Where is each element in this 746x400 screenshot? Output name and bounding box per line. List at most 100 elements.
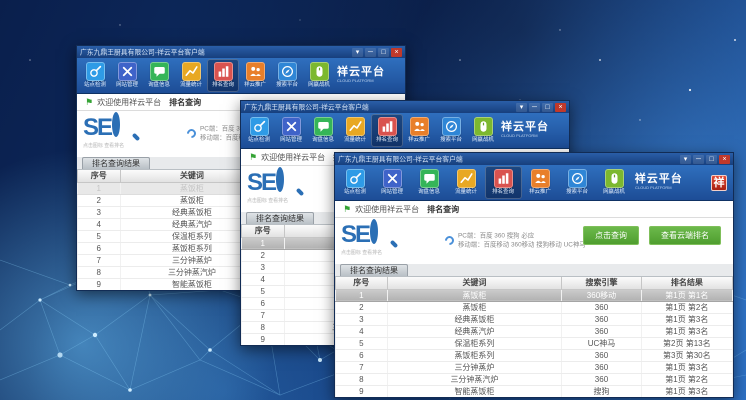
cell-rank: 第1页 第3名 bbox=[641, 385, 732, 397]
mouse-icon bbox=[605, 169, 624, 188]
toolbar-item-5[interactable]: 祥云推广 bbox=[403, 114, 435, 147]
maximize-button[interactable]: □ bbox=[378, 48, 389, 57]
rank-query-icon bbox=[378, 117, 397, 136]
brand-logo: 祥云平台 CLOUD PLATFORM 祥 bbox=[335, 59, 406, 92]
window-titlebar[interactable]: 广东九鼎王厨具有限公司-祥云平台客户端 ▾ ─ □ × bbox=[241, 101, 569, 113]
cloud-rank-button[interactable]: 查看云端排名 bbox=[649, 226, 721, 245]
content-area: SE 点击图标 查看排名 PC端：百度 360 搜狗 必应 移动端：百度移动 3… bbox=[335, 218, 733, 398]
greeting-section-label: 排名查询 bbox=[169, 97, 201, 108]
action-buttons: 点击查询 查看云端排名 bbox=[583, 226, 721, 245]
toolbar-item-0[interactable]: 站点检测 bbox=[243, 114, 275, 147]
greeting-text: 欢迎使用祥云平台 bbox=[261, 152, 325, 163]
cell-rank: 第3页 第30名 bbox=[641, 349, 732, 361]
toolbar-item-4[interactable]: 排名查询 bbox=[207, 59, 239, 92]
toolbar-item-7[interactable]: 网赢战机 bbox=[467, 114, 499, 147]
col-header-engine: 搜索引擎 bbox=[562, 277, 641, 289]
toolbar-item-3[interactable]: 流量统计 bbox=[339, 114, 371, 147]
toolbar-item-label: 网赢战机 bbox=[472, 137, 494, 142]
maximize-button[interactable]: □ bbox=[542, 103, 553, 112]
toolbar-item-label: 搜索平台 bbox=[276, 82, 298, 87]
minimize-button[interactable]: ─ bbox=[365, 48, 376, 57]
tab-rank-results[interactable]: 排名查询结果 bbox=[340, 264, 408, 276]
toolbar-item-1[interactable]: 网站管理 bbox=[275, 114, 307, 147]
cell-keyword: 保温柜系列 bbox=[387, 337, 562, 349]
site-check-icon bbox=[346, 169, 365, 188]
window-titlebar[interactable]: 广东九鼎王厨具有限公司-祥云平台客户端 ▾ ─ □ × bbox=[335, 153, 733, 165]
table-row[interactable]: 1蒸饭柜360移动第1页 第1名 bbox=[336, 289, 733, 301]
seo-logo-text: SE bbox=[341, 223, 369, 247]
table-row[interactable]: 10智能蒸饭柜360第1页 第3名 bbox=[336, 397, 733, 398]
toolbar-item-label: 排名查询 bbox=[492, 189, 514, 194]
main-toolbar: 站点检测网站管理询盘信息流量统计排名查询祥云推广搜索平台网赢战机 祥云平台 CL… bbox=[241, 113, 569, 149]
cell-engine: 360移动 bbox=[562, 289, 641, 301]
close-button[interactable]: × bbox=[555, 103, 566, 112]
link-icon bbox=[185, 127, 198, 140]
toolbar-item-2[interactable]: 询盘信息 bbox=[143, 59, 175, 92]
traffic-stats-icon bbox=[457, 169, 476, 188]
table-row[interactable]: 8三分钟蒸汽炉360第1页 第2名 bbox=[336, 373, 733, 385]
cell-no: 3 bbox=[336, 313, 388, 325]
toolbar-item-7[interactable]: 网赢战机 bbox=[303, 59, 335, 92]
table-row[interactable]: 3经典蒸饭柜360第1页 第3名 bbox=[336, 313, 733, 325]
toolbar-item-label: 流量统计 bbox=[344, 137, 366, 142]
close-button[interactable]: × bbox=[391, 48, 402, 57]
toolbar-item-4[interactable]: 排名查询 bbox=[371, 114, 403, 147]
seo-logo-text: SE bbox=[247, 171, 275, 195]
tab-rank-results[interactable]: 排名查询结果 bbox=[246, 212, 314, 224]
toolbar-item-1[interactable]: 网站管理 bbox=[374, 166, 411, 199]
site-manage-icon bbox=[282, 117, 301, 136]
table-row[interactable]: 2蒸饭柜360第1页 第2名 bbox=[336, 301, 733, 313]
seo-logo[interactable]: SE 点击图标 查看排名 bbox=[83, 116, 187, 151]
cell-keyword: 智能蒸饭柜 bbox=[387, 385, 562, 397]
toolbar-item-6[interactable]: 搜索平台 bbox=[559, 166, 596, 199]
greeting-text: 欢迎使用祥云平台 bbox=[97, 97, 161, 108]
toolbar-item-3[interactable]: 流量统计 bbox=[175, 59, 207, 92]
toolbar-item-label: 网站管理 bbox=[280, 137, 302, 142]
cell-no: 6 bbox=[242, 297, 285, 309]
cell-no: 6 bbox=[78, 242, 121, 254]
seo-panel: SE 点击图标 查看排名 PC端：百度 360 搜狗 必应 移动端：百度移动 3… bbox=[335, 218, 733, 264]
table-row[interactable]: 5保温柜系列UC神马第2页 第13名 bbox=[336, 337, 733, 349]
toolbar-item-2[interactable]: 询盘信息 bbox=[307, 114, 339, 147]
engines-pc-line: PC端：百度 360 搜狗 必应 bbox=[458, 231, 586, 240]
toolbar-items: 站点检测网站管理询盘信息流量统计排名查询祥云推广搜索平台网赢战机 bbox=[79, 59, 335, 92]
window-titlebar[interactable]: 广东九鼎王厨具有限公司-祥云平台客户端 ▾ ─ □ × bbox=[77, 46, 405, 58]
toolbar-item-1[interactable]: 网站管理 bbox=[111, 59, 143, 92]
toolbar-item-label: 流量统计 bbox=[456, 189, 478, 194]
cell-rank: 第1页 第3名 bbox=[641, 361, 732, 373]
seo-logo[interactable]: SE 点击图标 查看排名 bbox=[341, 223, 445, 258]
cell-no: 9 bbox=[78, 278, 121, 290]
skin-button[interactable]: ▾ bbox=[680, 155, 691, 164]
toolbar-item-6[interactable]: 搜索平台 bbox=[271, 59, 303, 92]
toolbar-item-3[interactable]: 流量统计 bbox=[448, 166, 485, 199]
toolbar-item-0[interactable]: 站点检测 bbox=[79, 59, 111, 92]
toolbar-item-6[interactable]: 搜索平台 bbox=[435, 114, 467, 147]
site-manage-icon bbox=[383, 169, 402, 188]
cell-keyword: 蒸饭柜 bbox=[387, 289, 562, 301]
table-row[interactable]: 7三分钟蒸炉360第1页 第3名 bbox=[336, 361, 733, 373]
skin-button[interactable]: ▾ bbox=[352, 48, 363, 57]
table-row[interactable]: 9智能蒸饭柜搜狗第1页 第3名 bbox=[336, 385, 733, 397]
cell-rank: 第1页 第2名 bbox=[641, 373, 732, 385]
query-button[interactable]: 点击查询 bbox=[583, 226, 639, 245]
toolbar-item-4[interactable]: 排名查询 bbox=[485, 166, 522, 199]
cell-rank: 第2页 第13名 bbox=[641, 337, 732, 349]
window-controls: ▾ ─ □ × bbox=[352, 48, 402, 57]
toolbar-item-2[interactable]: 询盘信息 bbox=[411, 166, 448, 199]
minimize-button[interactable]: ─ bbox=[693, 155, 704, 164]
table-row[interactable]: 6蒸饭柜系列360第3页 第30名 bbox=[336, 349, 733, 361]
search-platform-icon bbox=[278, 62, 297, 81]
toolbar-item-7[interactable]: 网赢战机 bbox=[596, 166, 633, 199]
toolbar-item-5[interactable]: 祥云推广 bbox=[522, 166, 559, 199]
minimize-button[interactable]: ─ bbox=[529, 103, 540, 112]
maximize-button[interactable]: □ bbox=[706, 155, 717, 164]
skin-button[interactable]: ▾ bbox=[516, 103, 527, 112]
cell-rank: 第1页 第3名 bbox=[641, 397, 732, 398]
toolbar-item-5[interactable]: 祥云推广 bbox=[239, 59, 271, 92]
cell-keyword: 经典蒸汽炉 bbox=[387, 325, 562, 337]
close-button[interactable]: × bbox=[719, 155, 730, 164]
table-row[interactable]: 4经典蒸汽炉360第1页 第3名 bbox=[336, 325, 733, 337]
flag-icon: ⚑ bbox=[343, 205, 351, 214]
tab-rank-results[interactable]: 排名查询结果 bbox=[82, 157, 150, 169]
toolbar-item-0[interactable]: 站点检测 bbox=[337, 166, 374, 199]
